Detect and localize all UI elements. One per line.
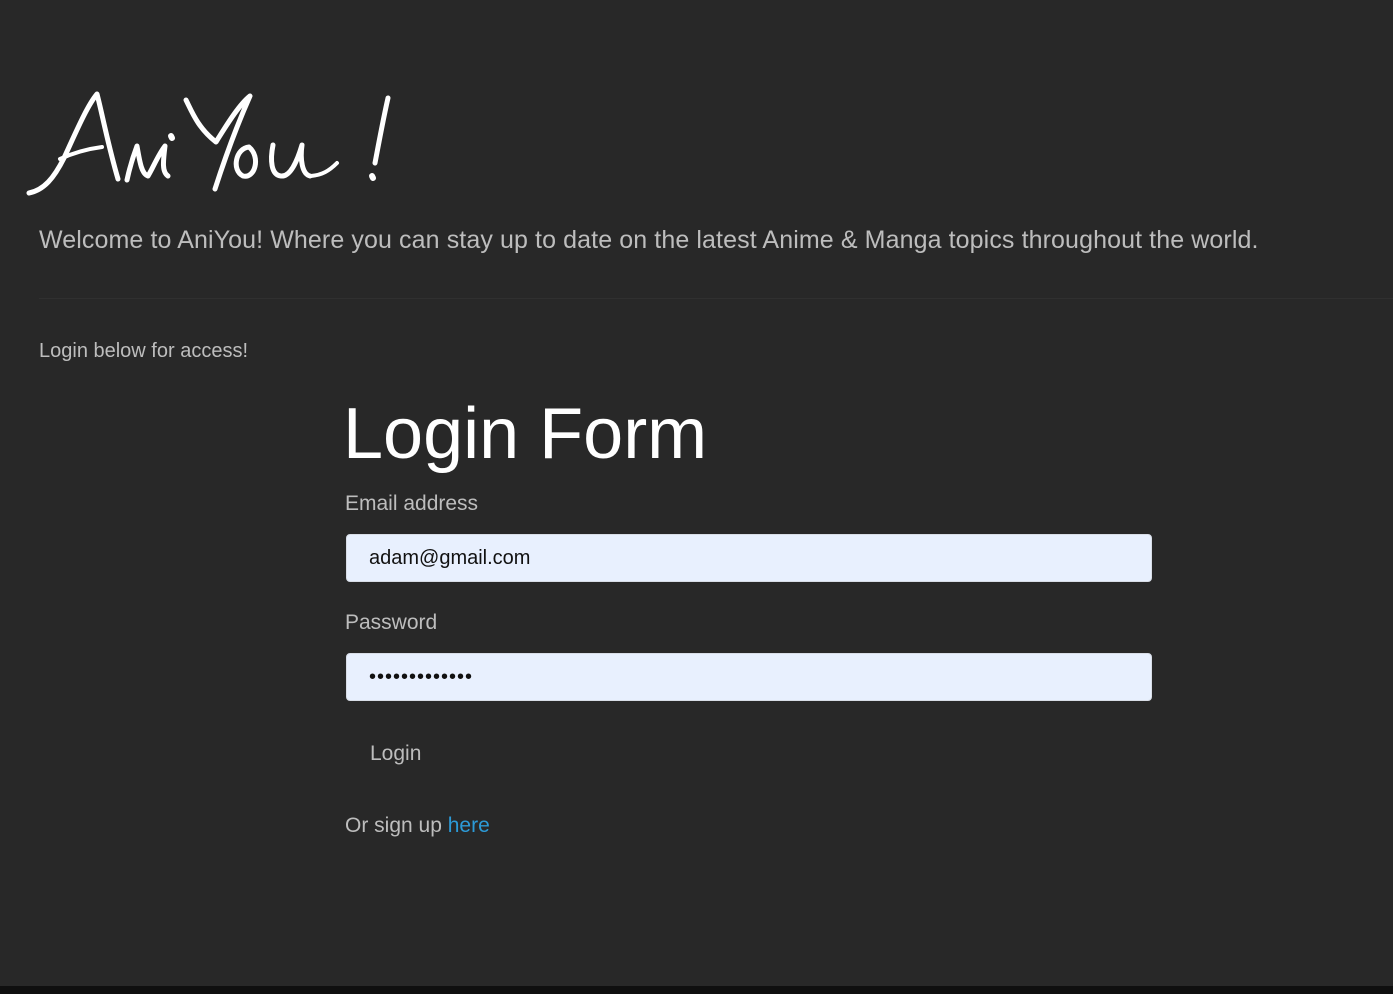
signup-prompt: Or sign up here (345, 814, 490, 838)
page: Welcome to AniYou! Where you can stay up… (0, 0, 1393, 994)
section-divider (39, 298, 1393, 299)
password-label: Password (345, 611, 438, 634)
bottom-bar (0, 986, 1393, 994)
form-title: Login Form (343, 394, 708, 474)
aniyou-logo (26, 88, 398, 198)
aniyou-logo-mark (26, 91, 391, 196)
password-field[interactable] (346, 653, 1152, 701)
email-label: Email address (345, 492, 479, 515)
login-instruction: Login below for access! (39, 340, 249, 362)
email-field[interactable] (346, 534, 1152, 582)
site-tagline: Welcome to AniYou! Where you can stay up… (39, 226, 1259, 254)
signup-link[interactable]: here (448, 814, 490, 837)
login-button[interactable]: Login (346, 730, 445, 778)
signup-prefix: Or sign up (345, 814, 442, 837)
